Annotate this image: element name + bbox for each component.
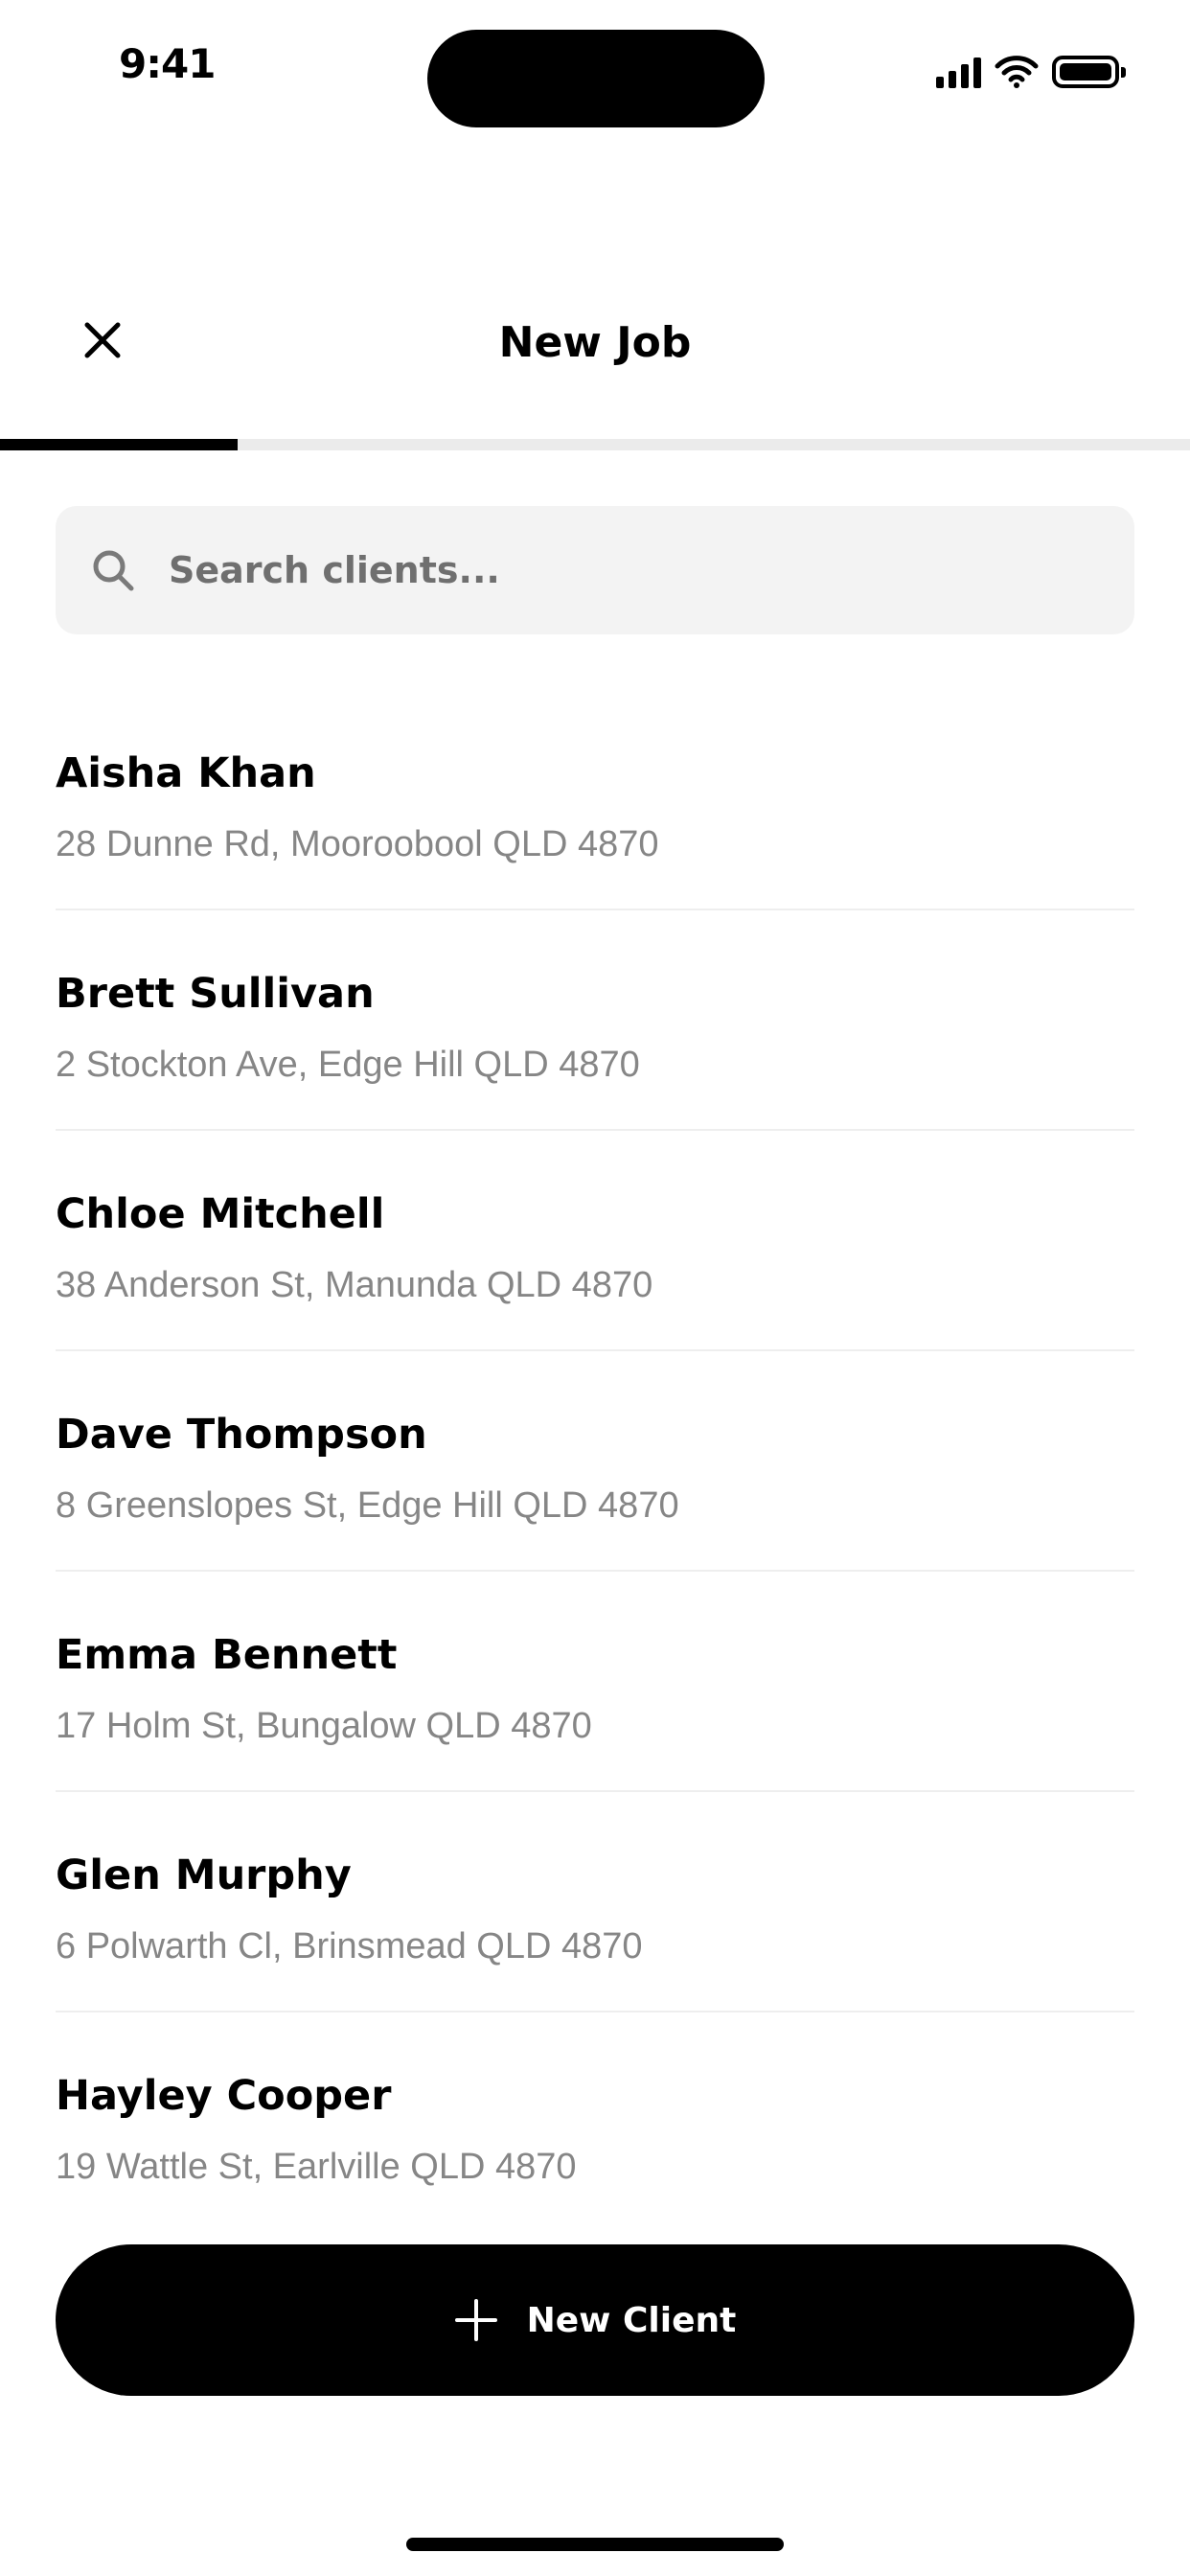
home-indicator[interactable]: [406, 2538, 784, 2551]
status-bar: 9:41: [0, 0, 1190, 134]
client-list-item[interactable]: Emma Bennett 17 Holm St, Bungalow QLD 48…: [56, 1572, 1134, 1792]
client-list-item[interactable]: Chloe Mitchell 38 Anderson St, Manunda Q…: [56, 1131, 1134, 1351]
cellular-signal-icon: [936, 56, 981, 88]
page-title: New Job: [498, 318, 692, 367]
dynamic-island: [427, 30, 765, 127]
search-icon: [90, 545, 140, 595]
client-list: Aisha Khan 28 Dunne Rd, Mooroobool QLD 4…: [56, 690, 1134, 2233]
client-address: 17 Holm St, Bungalow QLD 4870: [56, 1706, 592, 1746]
client-name: Brett Sullivan: [56, 970, 375, 1018]
new-client-button[interactable]: New Client: [56, 2244, 1134, 2396]
progress-bar-fill: [0, 439, 239, 450]
status-time: 9:41: [119, 40, 216, 87]
client-address: 28 Dunne Rd, Mooroobool QLD 4870: [56, 824, 659, 864]
client-address: 19 Wattle St, Earlville QLD 4870: [56, 2147, 577, 2187]
client-name: Chloe Mitchell: [56, 1190, 385, 1238]
client-list-item[interactable]: Glen Murphy 6 Polwarth Cl, Brinsmead QLD…: [56, 1792, 1134, 2012]
client-list-item[interactable]: Hayley Cooper 19 Wattle St, Earlville QL…: [56, 2012, 1134, 2233]
client-name: Emma Bennett: [56, 1631, 398, 1679]
client-name: Hayley Cooper: [56, 2072, 392, 2120]
client-name: Dave Thompson: [56, 1411, 427, 1459]
header: New Job: [0, 288, 1190, 402]
search-input[interactable]: [167, 548, 1033, 592]
new-client-label: New Client: [526, 2300, 737, 2340]
progress-bar: [0, 439, 1190, 450]
client-name: Aisha Khan: [56, 749, 316, 797]
client-address: 38 Anderson St, Manunda QLD 4870: [56, 1265, 653, 1305]
client-list-item[interactable]: Brett Sullivan 2 Stockton Ave, Edge Hill…: [56, 910, 1134, 1131]
status-icons: [936, 50, 1126, 88]
client-address: 8 Greenslopes St, Edge Hill QLD 4870: [56, 1485, 679, 1526]
battery-icon: [1052, 56, 1126, 88]
client-name: Glen Murphy: [56, 1852, 352, 1899]
wifi-icon: [995, 56, 1039, 88]
client-address: 2 Stockton Ave, Edge Hill QLD 4870: [56, 1045, 640, 1085]
client-list-item[interactable]: Dave Thompson 8 Greenslopes St, Edge Hil…: [56, 1351, 1134, 1572]
client-list-item[interactable]: Aisha Khan 28 Dunne Rd, Mooroobool QLD 4…: [56, 690, 1134, 910]
search-bar[interactable]: [56, 506, 1134, 634]
plus-icon: [454, 2298, 498, 2342]
client-address: 6 Polwarth Cl, Brinsmead QLD 4870: [56, 1926, 643, 1966]
